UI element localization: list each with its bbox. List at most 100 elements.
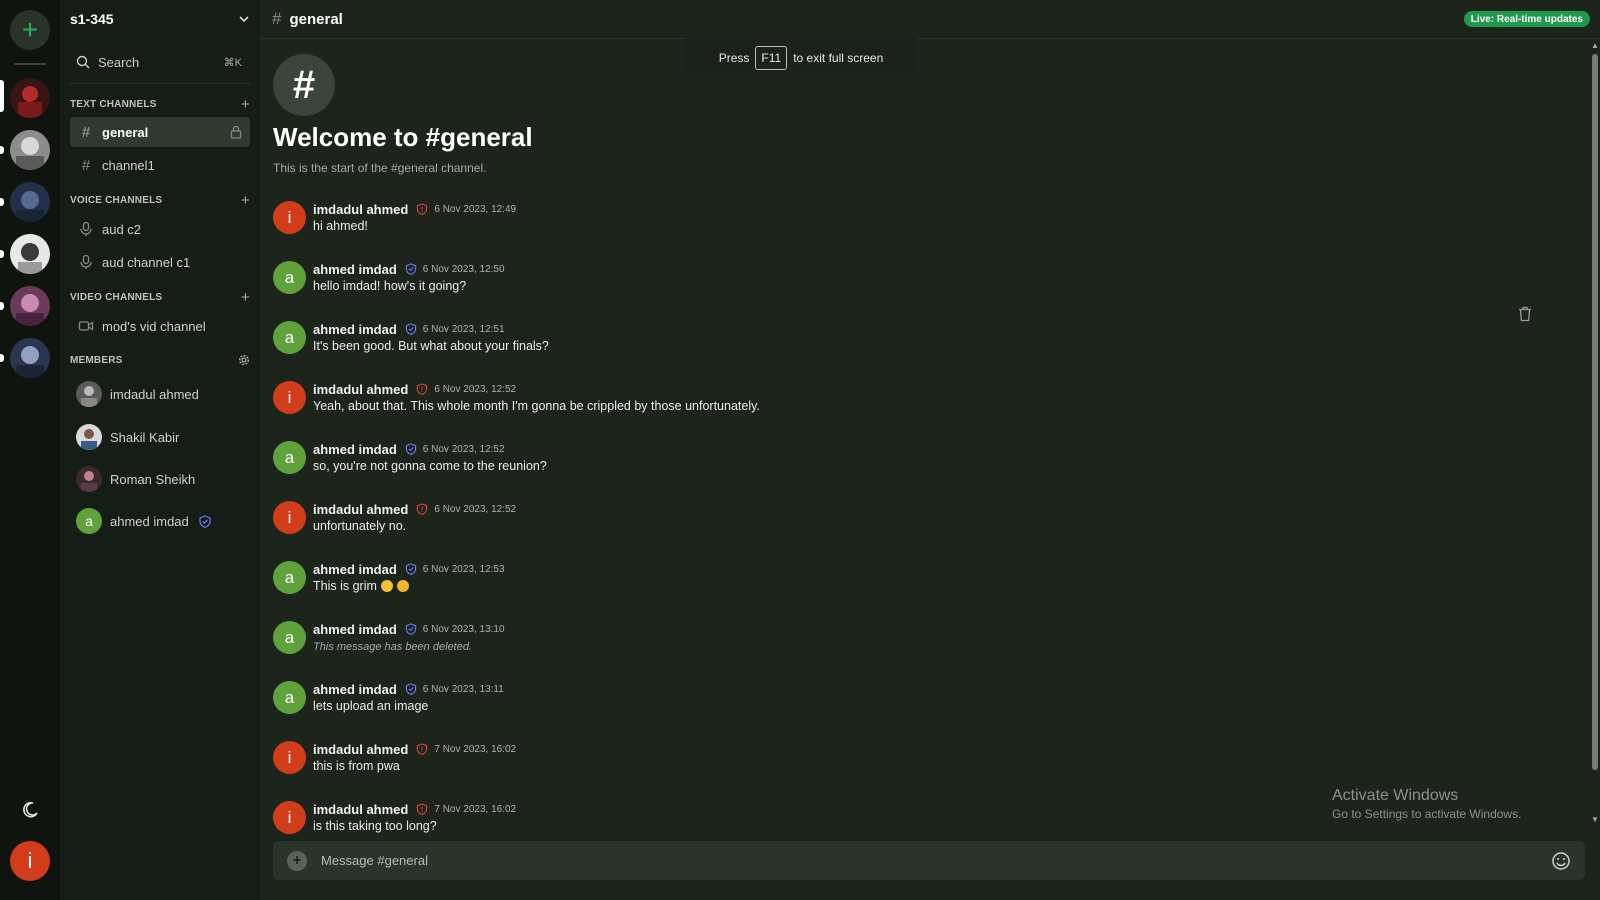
- tired-emoji-icon: [396, 580, 409, 592]
- message-author[interactable]: imdadul ahmed: [313, 502, 408, 517]
- moderator-shield-icon: [405, 683, 416, 695]
- search-icon: [76, 55, 90, 69]
- channel-item-channel1[interactable]: # channel1: [70, 150, 250, 180]
- message-author[interactable]: ahmed imdad: [313, 562, 397, 577]
- message-avatar[interactable]: i: [273, 201, 306, 234]
- message-timestamp: 6 Nov 2023, 12:49: [434, 203, 517, 215]
- message-item[interactable]: a ahmed imdad 6 Nov 2023, 12:53 This is gri…: [273, 561, 973, 611]
- message-item[interactable]: a ahmed imdad 6 Nov 2023, 13:10 This messag…: [273, 621, 973, 671]
- message-item[interactable]: i imdadul ahmed 7 Nov 2023, 16:02 this is f…: [273, 741, 973, 791]
- message-avatar[interactable]: a: [273, 321, 306, 354]
- hash-icon: #: [272, 9, 282, 28]
- message-timestamp: 6 Nov 2023, 12:51: [422, 323, 505, 335]
- message-author[interactable]: ahmed imdad: [313, 322, 397, 337]
- server-header[interactable]: s1-345: [60, 0, 260, 38]
- message-item[interactable]: i imdadul ahmed 6 Nov 2023, 12:52 Yeah, abo…: [273, 381, 973, 431]
- message-author[interactable]: ahmed imdad: [313, 682, 397, 697]
- message-author[interactable]: imdadul ahmed: [313, 802, 408, 817]
- server-icon-1[interactable]: [10, 78, 50, 118]
- message-author[interactable]: imdadul ahmed: [313, 742, 408, 757]
- watermark-title: Activate Windows: [1332, 787, 1459, 804]
- message-timestamp: 6 Nov 2023, 12:52: [434, 383, 517, 395]
- scroll-down-icon[interactable]: ▼: [1591, 816, 1599, 824]
- channel-item-aud-c2[interactable]: aud c2: [70, 214, 250, 244]
- user-avatar[interactable]: i: [10, 841, 50, 881]
- message-scrollbar[interactable]: ▲ ▼: [1590, 40, 1600, 826]
- emoji-picker-icon[interactable]: [1551, 851, 1571, 871]
- server-icon-2[interactable]: [10, 130, 50, 170]
- add-video-channel-icon[interactable]: +: [241, 289, 250, 306]
- divider: [70, 83, 250, 84]
- message-avatar[interactable]: i: [273, 801, 306, 834]
- message-avatar[interactable]: a: [273, 681, 306, 714]
- search-button[interactable]: Search ⌘K: [70, 50, 250, 74]
- message-author[interactable]: imdadul ahmed: [313, 202, 408, 217]
- message-avatar[interactable]: a: [273, 441, 306, 474]
- member-avatar: [76, 381, 102, 407]
- channel-item-general[interactable]: # general: [70, 117, 250, 147]
- server-image-icon: [10, 182, 50, 222]
- admin-shield-icon: [417, 383, 428, 395]
- avatar-image-icon: [76, 381, 102, 407]
- add-server-button[interactable]: +: [10, 10, 50, 50]
- add-voice-channel-icon[interactable]: +: [241, 192, 250, 209]
- message-item[interactable]: i imdadul ahmed 6 Nov 2023, 12:49 hi ahmed!: [273, 201, 973, 251]
- channel-item-mods-vid-channel[interactable]: mod's vid channel: [70, 311, 250, 341]
- live-status-badge: Live: Real-time updates: [1463, 11, 1590, 27]
- message-author[interactable]: ahmed imdad: [313, 442, 397, 457]
- moderator-shield-icon: [405, 563, 416, 575]
- message-avatar[interactable]: a: [273, 261, 306, 294]
- windows-activation-watermark: Activate Windows Go to Settings to activ…: [1332, 787, 1521, 821]
- section-title-text: MEMBERS: [70, 354, 123, 366]
- message-item[interactable]: i imdadul ahmed 6 Nov 2023, 12:52 unfortuna…: [273, 501, 973, 551]
- trash-icon[interactable]: [1518, 306, 1532, 322]
- message-header: ahmed imdad 6 Nov 2023, 12:52: [313, 441, 505, 457]
- section-title-text: VOICE CHANNELS: [70, 194, 163, 206]
- message-timestamp: 6 Nov 2023, 12:50: [422, 263, 505, 275]
- message-avatar[interactable]: i: [273, 381, 306, 414]
- server-icon-6[interactable]: [10, 338, 50, 378]
- moderator-shield-icon: [405, 323, 416, 335]
- welcome-title: Welcome to #general: [273, 122, 533, 152]
- hash-icon: #: [81, 156, 91, 174]
- server-icon-4[interactable]: [10, 234, 50, 274]
- avatar-initial: i: [287, 507, 292, 527]
- moderator-shield-icon: [405, 443, 416, 455]
- message-item[interactable]: a ahmed imdad 6 Nov 2023, 12:50 hello imdad…: [273, 261, 973, 311]
- gear-icon[interactable]: [238, 354, 250, 366]
- message-author[interactable]: ahmed imdad: [313, 622, 397, 637]
- scroll-thumb[interactable]: [1592, 54, 1598, 770]
- member-item[interactable]: imdadul ahmed: [76, 379, 256, 409]
- fullscreen-toast: Press F11 to exit full screen: [685, 38, 917, 78]
- channel-item-aud-channel-c1[interactable]: aud channel c1: [70, 247, 250, 277]
- member-item[interactable]: a ahmed imdad: [76, 506, 256, 536]
- message-avatar[interactable]: i: [273, 741, 306, 774]
- avatar-image-icon: [76, 466, 102, 492]
- message-item[interactable]: a ahmed imdad 6 Nov 2023, 13:11 lets upload…: [273, 681, 973, 731]
- message-author[interactable]: imdadul ahmed: [313, 382, 408, 397]
- message-header: ahmed imdad 6 Nov 2023, 13:10: [313, 621, 505, 637]
- microphone-icon: [80, 254, 92, 269]
- moon-icon[interactable]: [20, 800, 40, 820]
- add-text-channel-icon[interactable]: +: [241, 96, 250, 113]
- message-avatar[interactable]: a: [273, 621, 306, 654]
- server-icon-3[interactable]: [10, 182, 50, 222]
- server-icon-5[interactable]: [10, 286, 50, 326]
- message-text: This is grim: [313, 579, 409, 593]
- message-item[interactable]: a ahmed imdad 6 Nov 2023, 12:52 so, you're …: [273, 441, 973, 491]
- members-header: MEMBERS: [70, 353, 250, 367]
- message-item[interactable]: a ahmed imdad 6 Nov 2023, 12:51 It's been g…: [273, 321, 973, 371]
- message-header: imdadul ahmed 6 Nov 2023, 12:52: [313, 501, 516, 517]
- message-avatar[interactable]: i: [273, 501, 306, 534]
- member-item[interactable]: Roman Sheikh: [76, 464, 256, 494]
- member-item[interactable]: Shakil Kabir: [76, 422, 256, 452]
- message-header: ahmed imdad 6 Nov 2023, 13:11: [313, 681, 504, 697]
- attach-plus-button[interactable]: +: [287, 850, 307, 871]
- message-text: Yeah, about that. This whole month I'm g…: [313, 399, 760, 413]
- message-input[interactable]: [321, 853, 1551, 868]
- message-author[interactable]: ahmed imdad: [313, 262, 397, 277]
- message-content: This message has been deleted.: [313, 641, 472, 653]
- message-avatar[interactable]: a: [273, 561, 306, 594]
- scroll-up-icon[interactable]: ▲: [1591, 42, 1599, 50]
- message-header: imdadul ahmed 6 Nov 2023, 12:52: [313, 381, 516, 397]
